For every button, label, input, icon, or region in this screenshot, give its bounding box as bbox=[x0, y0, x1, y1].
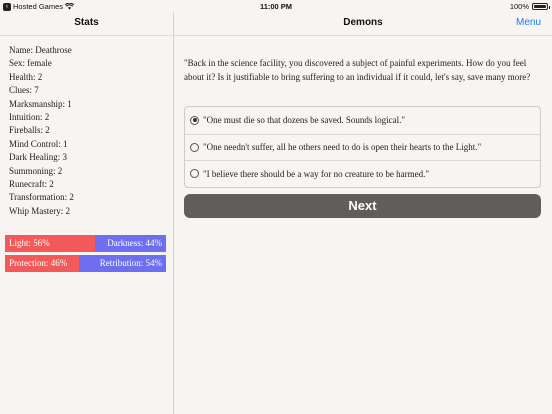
stat-sex: Sex: female bbox=[9, 58, 52, 69]
stats-title: Stats bbox=[74, 17, 99, 28]
radio-button[interactable] bbox=[190, 142, 199, 152]
stat-mind-control: Mind Control: 1 bbox=[9, 138, 68, 149]
menu-button[interactable]: Menu bbox=[516, 17, 541, 28]
stat-marksmanship: Marksmanship: 1 bbox=[9, 98, 72, 109]
next-button[interactable]: Next bbox=[184, 194, 541, 218]
light-darkness-bar: Light: 56% Darkness: 44% bbox=[5, 235, 166, 252]
stat-name: Name: Deathrose bbox=[9, 45, 72, 55]
darkness-segment: Darkness: 44% bbox=[95, 235, 166, 252]
battery-percent: 100% bbox=[509, 2, 529, 11]
page-title: Demons bbox=[343, 17, 383, 28]
radio-button[interactable] bbox=[190, 169, 199, 179]
choice-option[interactable]: "I believe there should be a way for no … bbox=[185, 160, 540, 187]
split-divider bbox=[173, 12, 174, 414]
stat-fireballs: Fireballs: 2 bbox=[9, 125, 50, 136]
stat-intuition: Intuition: 2 bbox=[9, 111, 50, 122]
radio-button[interactable] bbox=[190, 115, 199, 125]
choice-label: "One must die so that dozens be saved. S… bbox=[203, 115, 406, 126]
stat-health: Health: 2 bbox=[9, 71, 43, 82]
retribution-segment: Retribution: 54% bbox=[79, 255, 166, 272]
main-header: Demons Menu bbox=[174, 12, 552, 36]
stat-whip-mastery: Whip Mastery: 2 bbox=[9, 205, 70, 216]
stat-clues: Clues: 7 bbox=[9, 85, 39, 96]
protection-segment: Protection: 46% bbox=[5, 255, 80, 272]
battery-level bbox=[534, 5, 546, 8]
choice-option[interactable]: "One needn't suffer, all he others need … bbox=[185, 133, 540, 161]
stat-transformation: Transformation: 2 bbox=[9, 192, 74, 203]
light-segment: Light: 56% bbox=[5, 235, 96, 252]
stats-list: Name: Deathrose Sex: female Health: 2 Cl… bbox=[9, 44, 169, 218]
battery-icon bbox=[532, 3, 550, 10]
stat-dark-healing: Dark Healing: 3 bbox=[9, 152, 67, 163]
protection-retribution-bar: Protection: 46% Retribution: 54% bbox=[5, 255, 166, 272]
stats-header: Stats bbox=[0, 12, 173, 36]
choice-label: "I believe there should be a way for no … bbox=[203, 168, 430, 179]
status-bar: ‹ Hosted Games 11:00 PM 100% bbox=[0, 0, 552, 12]
clock: 11:00 PM bbox=[259, 2, 293, 11]
stat-summoning: Summoning: 2 bbox=[9, 165, 63, 176]
choice-label: "One needn't suffer, all he others need … bbox=[203, 142, 482, 153]
choice-list: "One must die so that dozens be saved. S… bbox=[184, 106, 541, 188]
choice-option[interactable]: "One must die so that dozens be saved. S… bbox=[185, 107, 540, 134]
stat-runecraft: Runecraft: 2 bbox=[9, 178, 54, 189]
question-text: "Back in the science facility, you disco… bbox=[184, 58, 531, 82]
